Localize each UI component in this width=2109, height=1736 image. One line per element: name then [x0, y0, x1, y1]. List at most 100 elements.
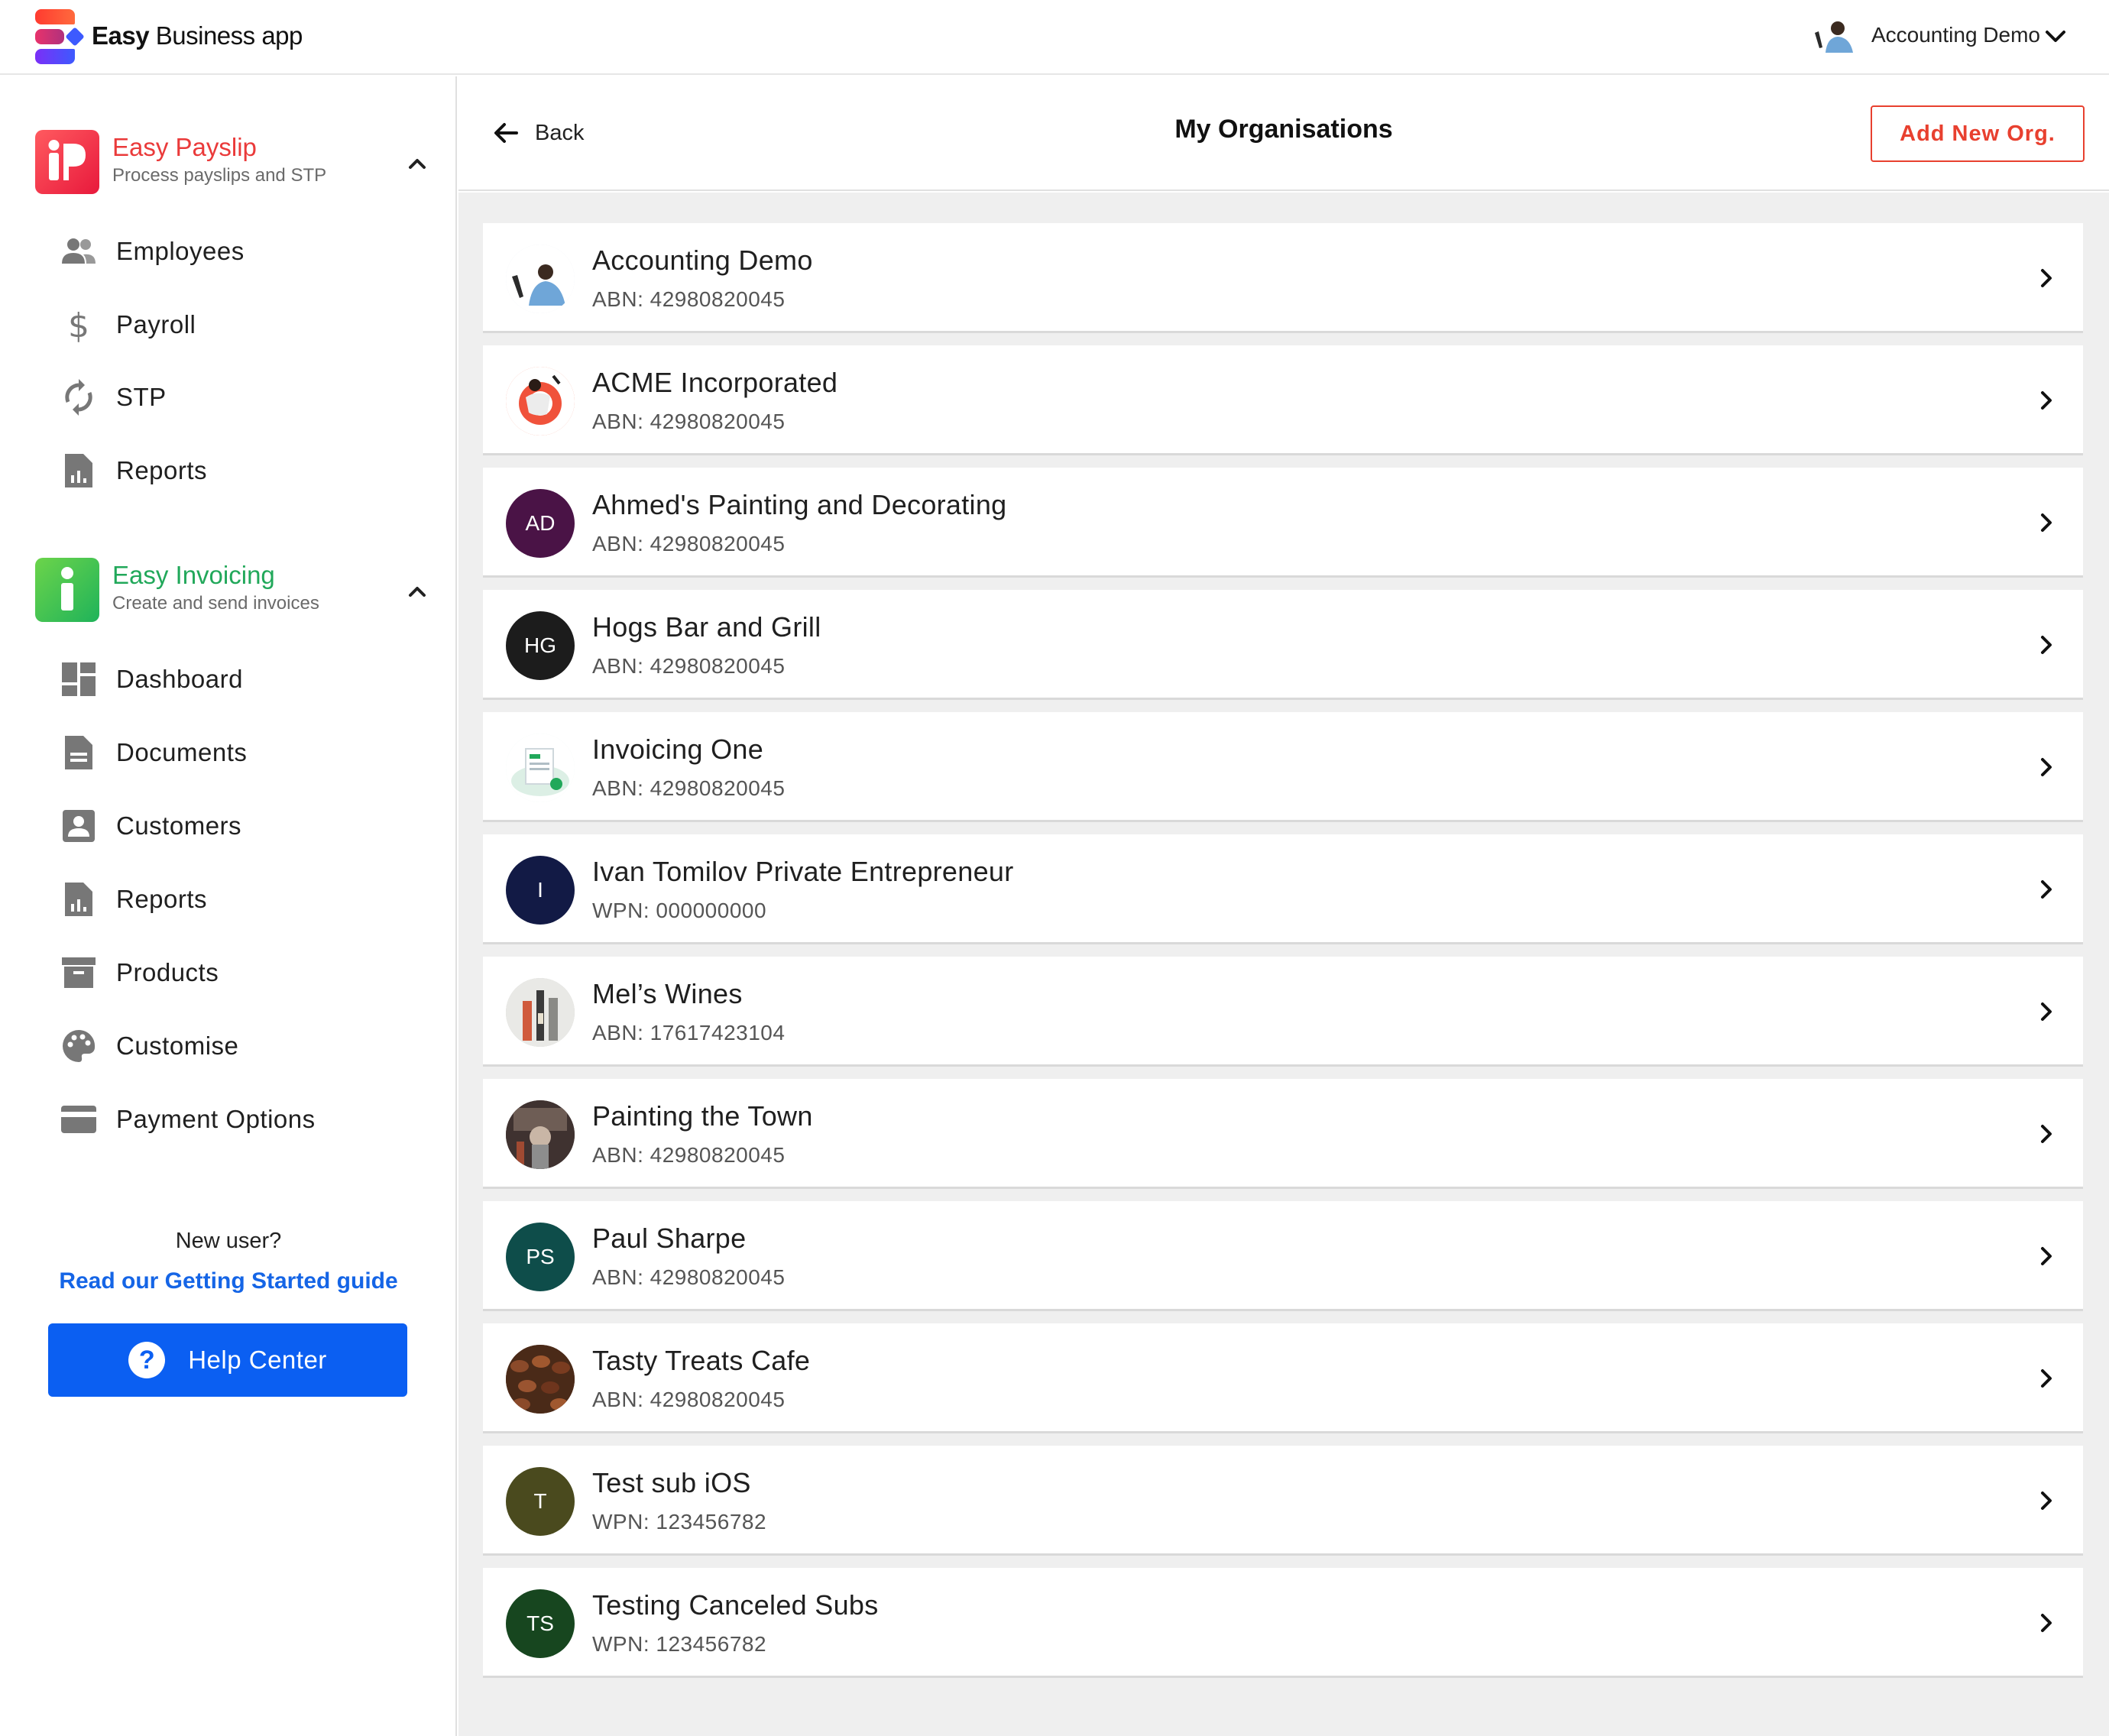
organisation-row[interactable]: PS Paul Sharpe ABN: 42980820045 — [483, 1201, 2083, 1311]
org-avatar — [506, 978, 575, 1047]
org-name: Testing Canceled Subs — [592, 1589, 879, 1621]
org-id: ABN: 42980820045 — [592, 776, 786, 800]
org-id: ABN: 42980820045 — [592, 532, 786, 555]
sidebar-item-payment-options[interactable]: Payment Options — [60, 1093, 411, 1146]
chevron-right-icon — [2041, 1369, 2052, 1388]
organisation-row[interactable]: Tasty Treats Cafe ABN: 42980820045 — [483, 1323, 2083, 1433]
sidebar-item-documents[interactable]: Documents — [60, 726, 411, 779]
sidebar-item-stp[interactable]: STP — [60, 371, 411, 424]
invoicing-app-icon — [35, 558, 99, 622]
help-circle-icon: ? — [128, 1342, 166, 1378]
sidebar: Easy Payslip Process payslips and STP Em… — [0, 76, 457, 1736]
org-avatar: AD — [506, 489, 575, 558]
organisation-row[interactable]: AD Ahmed's Painting and Decorating ABN: 42… — [483, 468, 2083, 578]
contact-icon — [60, 807, 98, 845]
report-icon — [60, 452, 98, 490]
sidebar-item-employees[interactable]: Employees — [60, 225, 411, 278]
dashboard-icon — [60, 660, 98, 698]
sidebar-item-label: Customers — [116, 811, 242, 840]
organisation-row[interactable]: Accounting Demo ABN: 42980820045 — [483, 223, 2083, 333]
sidebar-item-label: Products — [116, 958, 219, 986]
payslip-subtitle: Process payslips and STP — [112, 165, 327, 186]
card-icon — [60, 1100, 98, 1138]
org-avatar-initials: T — [533, 1489, 547, 1513]
org-avatar-initials: I — [537, 878, 543, 902]
org-name: Ahmed's Painting and Decorating — [592, 489, 1007, 520]
sidebar-item-label: Employees — [116, 237, 245, 265]
organisation-row[interactable]: HG Hogs Bar and Grill ABN: 42980820045 — [483, 590, 2083, 700]
organisation-row[interactable]: TS Testing Canceled Subs WPN: 123456782 — [483, 1568, 2083, 1678]
organisation-row[interactable]: Mel’s Wines ABN: 17617423104 — [483, 957, 2083, 1067]
chevron-right-icon — [2041, 1614, 2052, 1632]
chevron-right-icon — [2041, 391, 2052, 410]
app-logo[interactable]: Easy Business app — [35, 6, 303, 66]
org-avatar — [506, 245, 575, 313]
sidebar-item-dashboard[interactable]: Dashboard — [60, 653, 411, 706]
chevron-up-icon[interactable] — [402, 148, 432, 179]
back-label: Back — [535, 120, 585, 145]
chevron-right-icon — [2041, 1125, 2052, 1143]
logo-mark-icon — [35, 6, 85, 66]
org-avatar: I — [506, 856, 575, 925]
org-name: Accounting Demo — [592, 245, 813, 276]
chevron-right-icon — [2041, 513, 2052, 532]
org-avatar-initials: TS — [526, 1611, 554, 1635]
chevron-down-icon[interactable] — [2040, 21, 2071, 52]
account-avatar-icon — [1809, 18, 1856, 53]
organisation-row[interactable]: I Ivan Tomilov Private Entrepreneur WPN: 0… — [483, 834, 2083, 944]
chevron-right-icon — [2041, 269, 2052, 287]
page-title: My Organisations — [1174, 115, 1393, 144]
sidebar-item-products[interactable]: Products — [60, 946, 411, 999]
help-center-button[interactable]: ? Help Center — [48, 1323, 407, 1397]
organisation-list: Accounting Demo ABN: 42980820045 ACME Inco… — [483, 223, 2083, 1690]
org-name: Mel’s Wines — [592, 978, 743, 1009]
organisation-row[interactable]: Painting the Town ABN: 42980820045 — [483, 1079, 2083, 1189]
org-name: Painting the Town — [592, 1100, 813, 1132]
organisation-row[interactable]: ACME Incorporated ABN: 42980820045 — [483, 345, 2083, 455]
palette-icon — [60, 1027, 98, 1065]
invoicing-subtitle: Create and send invoices — [112, 593, 319, 614]
getting-started-link[interactable]: Read our Getting Started guide — [0, 1268, 457, 1294]
org-name: Test sub iOS — [592, 1467, 751, 1498]
org-photo-icon — [506, 245, 575, 313]
sidebar-item-label: Dashboard — [116, 665, 243, 693]
sidebar-item-label: Payroll — [116, 310, 196, 338]
payslip-app-icon — [35, 130, 99, 194]
org-avatar: TS — [506, 1589, 575, 1658]
org-name: Tasty Treats Cafe — [592, 1345, 811, 1376]
sidebar-item-reports[interactable]: Reports — [60, 873, 411, 926]
sidebar-item-label: Customise — [116, 1032, 239, 1060]
document-icon — [60, 734, 98, 772]
organisation-row[interactable]: Invoicing One ABN: 42980820045 — [483, 712, 2083, 822]
chevron-up-icon[interactable] — [402, 576, 432, 607]
sidebar-item-label: Reports — [116, 885, 208, 913]
payslip-title: Easy Payslip — [112, 133, 257, 161]
sidebar-item-customers[interactable]: Customers — [60, 799, 411, 853]
payslip-section-header[interactable]: Easy Payslip Process payslips and STP — [35, 130, 432, 196]
sidebar-item-label: Reports — [116, 456, 208, 484]
sidebar-item-customise[interactable]: Customise — [60, 1019, 411, 1073]
new-user-text: New user? — [175, 1229, 282, 1253]
sidebar-item-payroll[interactable]: $ Payroll — [60, 298, 411, 351]
back-button[interactable]: Back — [491, 112, 584, 154]
sidebar-item-label: Documents — [116, 738, 248, 766]
account-switcher[interactable]: Accounting Demo — [1809, 14, 2040, 57]
org-avatar — [506, 734, 575, 802]
org-id: ABN: 42980820045 — [592, 410, 786, 433]
sidebar-item-reports[interactable]: Reports — [60, 444, 411, 497]
archive-icon — [60, 954, 98, 992]
invoicing-section-header[interactable]: Easy Invoicing Create and send invoices — [35, 558, 432, 623]
add-new-org-button[interactable]: Add New Org. — [1871, 105, 2085, 162]
org-name: Invoicing One — [592, 734, 764, 765]
org-photo-icon — [506, 1345, 575, 1414]
organisation-row[interactable]: T Test sub iOS WPN: 123456782 — [483, 1446, 2083, 1556]
sidebar-item-label: Payment Options — [116, 1105, 316, 1133]
org-name: Paul Sharpe — [592, 1223, 747, 1254]
sync-icon — [60, 378, 98, 416]
org-id: WPN: 123456782 — [592, 1632, 767, 1656]
org-avatar-initials: PS — [526, 1245, 555, 1268]
account-name: Accounting Demo — [1871, 23, 2040, 47]
org-avatar-initials: AD — [525, 511, 556, 535]
org-photo-icon — [506, 734, 575, 802]
org-id: WPN: 000000000 — [592, 899, 767, 922]
